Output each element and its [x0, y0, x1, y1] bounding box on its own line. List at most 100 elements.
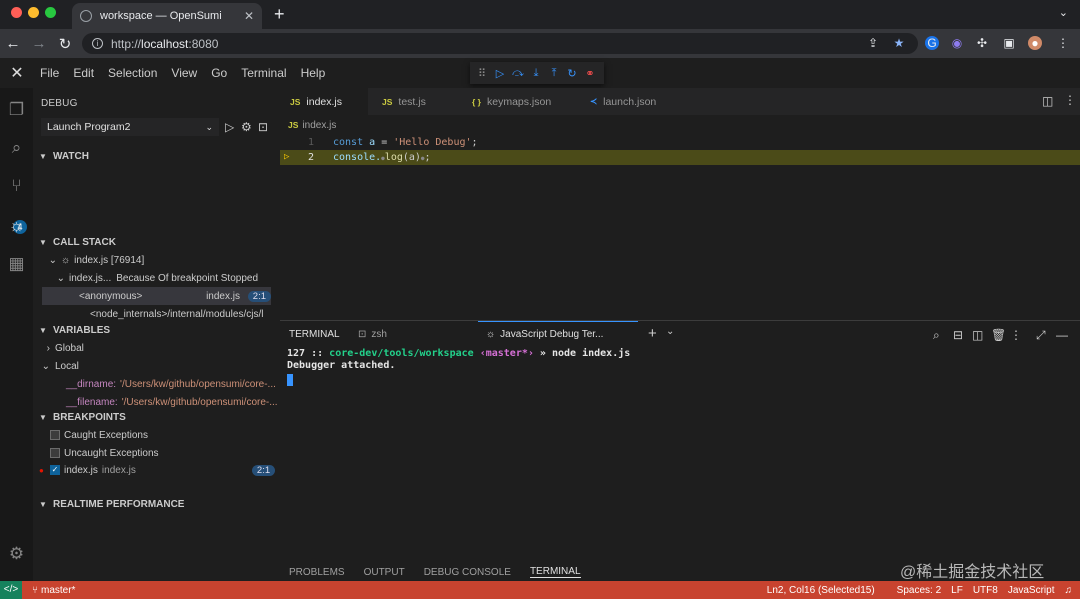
bell-icon[interactable]: ♫: [1065, 585, 1073, 596]
reload-icon[interactable]: ↻: [52, 35, 78, 53]
remote-icon[interactable]: </>: [0, 581, 22, 599]
close-icon[interactable]: ✕: [244, 9, 254, 23]
step-into-icon[interactable]: ⤓: [530, 67, 542, 80]
extensions-icon[interactable]: ▦: [0, 254, 33, 274]
puzzle-icon[interactable]: ✣: [975, 36, 989, 50]
checkbox[interactable]: [50, 448, 60, 458]
panel-tab-debug-console[interactable]: DEBUG CONSOLE: [424, 567, 511, 578]
panel-tab-problems[interactable]: PROBLEMS: [289, 567, 345, 578]
bookmark-star-icon[interactable]: ★: [892, 36, 906, 50]
git-branch[interactable]: master*: [41, 585, 75, 596]
address-bar[interactable]: i http://localhost:8080: [82, 33, 918, 54]
search-icon[interactable]: ⌕: [0, 138, 33, 158]
browser-tab[interactable]: workspace — OpenSumi ✕: [72, 3, 262, 29]
variables-scope-local[interactable]: ⌄ Local: [33, 357, 280, 375]
menu-selection[interactable]: Selection: [108, 66, 157, 80]
continue-icon[interactable]: ▷: [494, 67, 506, 80]
split-editor-icon[interactable]: ◫: [1042, 94, 1053, 108]
menu-file[interactable]: File: [40, 66, 59, 80]
step-over-icon[interactable]: ⤼: [512, 67, 524, 80]
checkbox-checked[interactable]: ✓: [50, 465, 60, 475]
encoding[interactable]: UTF8: [973, 585, 998, 596]
more-icon[interactable]: ⋮: [1010, 328, 1022, 342]
menu-edit[interactable]: Edit: [73, 66, 94, 80]
chevron-down-icon: ⌄: [41, 360, 50, 372]
gear-icon[interactable]: ⚙: [241, 120, 252, 134]
watch-header: WATCH: [53, 150, 89, 162]
forward-arrow-icon[interactable]: →: [26, 35, 52, 52]
cursor-position[interactable]: Ln2, Col16 (Selected15): [767, 585, 875, 596]
breakpoint-file[interactable]: ● ✓ index.js index.js 2:1: [33, 461, 280, 479]
disconnect-icon[interactable]: ⚭: [584, 67, 596, 80]
menu-go[interactable]: Go: [211, 66, 227, 80]
chevron-down-icon[interactable]: ⌄: [666, 326, 674, 337]
editor-tab-index-js[interactable]: JS index.js: [280, 88, 368, 115]
indentation[interactable]: Spaces: 2: [897, 585, 941, 596]
info-icon[interactable]: i: [92, 38, 103, 49]
search-icon[interactable]: ⌕: [933, 328, 940, 343]
share-icon[interactable]: ⇪: [866, 36, 880, 50]
suitcase-icon[interactable]: ⊟: [953, 328, 963, 342]
launch-config-select[interactable]: Launch Program2 ⌄: [41, 118, 219, 136]
callstack-thread[interactable]: ⌄ index.js... Because Of breakpoint Stop…: [33, 269, 280, 287]
panel-tab-terminal[interactable]: TERMINAL: [529, 566, 581, 578]
opensumi-logo-icon: ✕: [10, 65, 24, 82]
callstack-process[interactable]: ⌄ ☼ index.js [76914]: [33, 251, 280, 269]
breakpoint-caught-exceptions[interactable]: Caught Exceptions: [33, 426, 280, 444]
new-tab-button[interactable]: +: [274, 4, 285, 25]
back-arrow-icon[interactable]: ←: [0, 35, 26, 52]
trash-icon[interactable]: 🗑: [991, 328, 1006, 342]
panel-tab-output[interactable]: OUTPUT: [364, 567, 405, 578]
close-window-button[interactable]: [11, 7, 22, 18]
start-debug-icon[interactable]: ▷: [225, 120, 234, 134]
performance-section-header[interactable]: ▼ REALTIME PERFORMANCE: [33, 495, 280, 513]
breadcrumb-item[interactable]: index.js: [302, 120, 336, 131]
restart-icon[interactable]: ↻: [566, 67, 578, 80]
source-control-icon[interactable]: ⑂: [0, 176, 33, 196]
variables-scope-global[interactable]: › Global: [33, 339, 280, 357]
chevron-down-icon[interactable]: ⌄: [1059, 6, 1068, 19]
editor-tab-test-js[interactable]: JS test.js: [372, 88, 436, 115]
code-line-current[interactable]: ▷ 2 console.●log(a)●;: [280, 150, 1080, 165]
language-mode[interactable]: JavaScript: [1008, 585, 1055, 596]
more-vertical-icon[interactable]: ⋮: [1056, 36, 1070, 50]
terminal-tab-zsh[interactable]: ⊡ zsh: [358, 321, 387, 347]
code-line[interactable]: 1 const a = 'Hello Debug';: [280, 135, 1080, 150]
debug-icon[interactable]: ☼: [0, 216, 33, 236]
step-out-icon[interactable]: ⤒: [548, 67, 560, 80]
terminal-command: node index.js: [551, 348, 631, 359]
variable-item[interactable]: __dirname: '/Users/kw/github/opensumi/co…: [33, 375, 280, 393]
editor-tab-keymaps-json[interactable]: { } keymaps.json: [462, 88, 561, 115]
gear-icon[interactable]: ⚙: [0, 544, 33, 564]
maximize-icon[interactable]: ⤢: [1036, 328, 1046, 343]
variables-section-header[interactable]: ▼ VARIABLES: [33, 321, 280, 339]
breakpoints-section-header[interactable]: ▼ BREAKPOINTS: [33, 408, 280, 426]
breakpoints-header: BREAKPOINTS: [53, 411, 126, 423]
avatar[interactable]: ●: [1028, 36, 1042, 50]
chevron-down-icon: ▼: [39, 499, 47, 509]
split-terminal-icon[interactable]: ◫: [972, 328, 983, 342]
more-vertical-icon[interactable]: ⋮: [1064, 93, 1076, 107]
callstack-section-header[interactable]: ▼ CALL STACK: [33, 233, 280, 251]
menu-view[interactable]: View: [171, 66, 197, 80]
sidepanel-icon[interactable]: ▣: [1002, 36, 1016, 50]
minimize-icon[interactable]: —: [1056, 328, 1068, 342]
add-terminal-icon[interactable]: +: [648, 325, 657, 342]
terminal-tab-js-debug[interactable]: ☼ JavaScript Debug Ter...: [478, 321, 638, 347]
extension-icon[interactable]: ◉: [950, 36, 964, 50]
watch-section-header[interactable]: ▼ WATCH: [33, 147, 280, 165]
stack-frame[interactable]: <anonymous> index.js 2:1: [42, 287, 271, 305]
vscode-file-icon: ≺: [590, 96, 598, 106]
menu-terminal[interactable]: Terminal: [241, 66, 286, 80]
editor-tab-launch-json[interactable]: ≺ launch.json: [580, 88, 666, 115]
zoom-window-button[interactable]: [45, 7, 56, 18]
end-of-line[interactable]: LF: [951, 585, 963, 596]
debug-console-icon[interactable]: ⊡: [258, 120, 268, 134]
breakpoint-uncaught-exceptions[interactable]: Uncaught Exceptions: [33, 444, 280, 462]
checkbox[interactable]: [50, 430, 60, 440]
menu-help[interactable]: Help: [301, 66, 326, 80]
extension-icon[interactable]: G: [925, 36, 939, 50]
explorer-icon[interactable]: ❐: [0, 100, 33, 120]
drag-handle-icon[interactable]: ⠿: [476, 67, 488, 80]
minimize-window-button[interactable]: [28, 7, 39, 18]
